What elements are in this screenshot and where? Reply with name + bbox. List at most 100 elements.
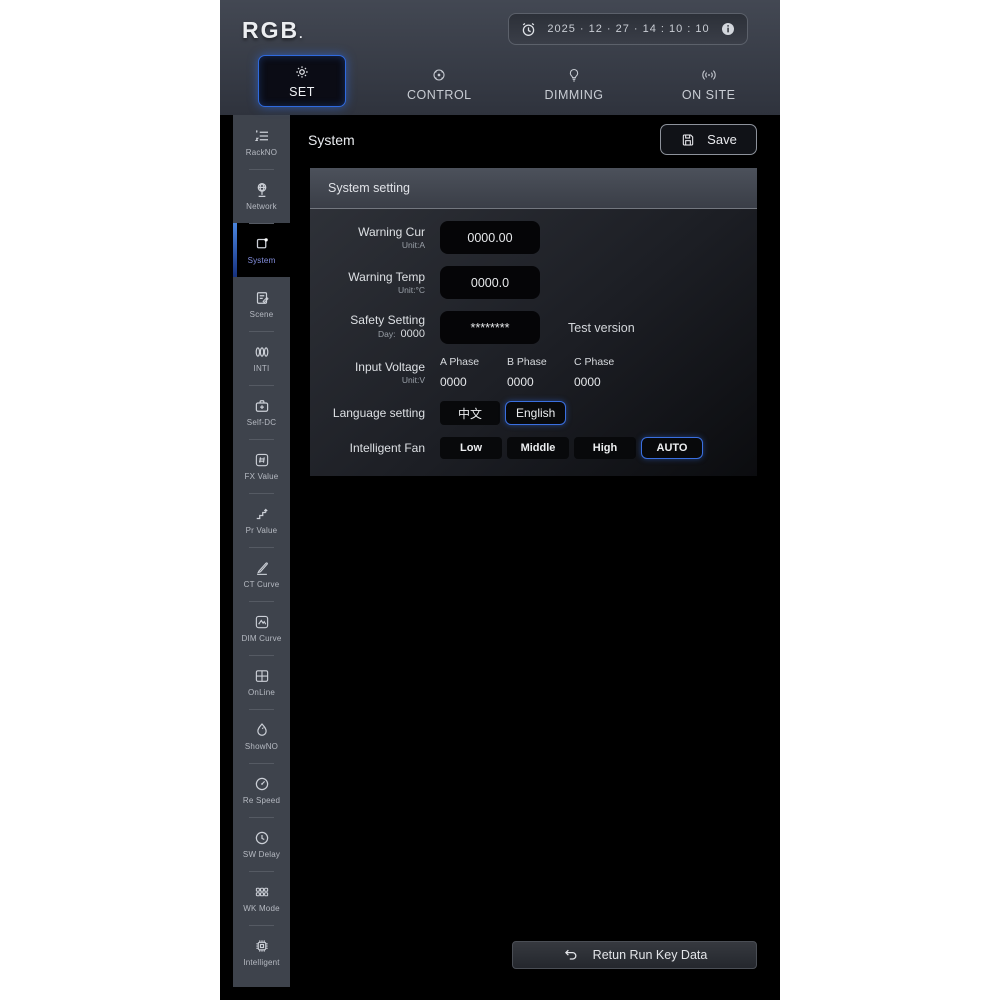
datetime-text: 2025 · 12 · 27 · 14 : 10 : 10	[537, 23, 720, 35]
gear-icon	[294, 64, 310, 80]
language-english-button[interactable]: English	[505, 401, 566, 425]
safety-setting-input[interactable]	[440, 311, 540, 344]
sidebar-item-fxvalue[interactable]: FX Value	[233, 439, 290, 493]
numbered-list-icon	[253, 127, 271, 145]
tab-bar: SET CONTROL	[232, 55, 776, 113]
top-header: RGB. 2025 · 12 · 27 · 14 : 10 : 10	[220, 0, 780, 115]
app-body: RackNO Network System Scene	[220, 115, 780, 1000]
main-content: System Save System setting Warning Cur U…	[290, 115, 780, 1000]
sidebar-nav: RackNO Network System Scene	[233, 115, 290, 987]
sidebar-item-respeed[interactable]: Re Speed	[233, 763, 290, 817]
sidebar-item-network[interactable]: Network	[233, 169, 290, 223]
sidebar-item-label: Re Speed	[243, 796, 280, 805]
rgb-logo: RGB.	[242, 17, 304, 44]
return-arrow-icon	[562, 947, 579, 964]
phase-c: C Phase 0000	[574, 356, 640, 389]
phase-b-value: 0000	[507, 375, 573, 389]
respeed-gauge-icon	[253, 775, 271, 793]
sidebar-item-label: Network	[246, 202, 277, 211]
tab-label: ON SITE	[682, 88, 736, 102]
system-window-icon	[253, 235, 271, 253]
fan-auto-button[interactable]: AUTO	[641, 437, 703, 459]
inti-cylinders-icon	[253, 343, 271, 361]
tab-onsite[interactable]: ON SITE	[641, 55, 776, 113]
sidebar-item-label: DIM Curve	[241, 634, 281, 643]
intelligent-chip-icon	[253, 937, 271, 955]
clock-panel[interactable]: 2025 · 12 · 27 · 14 : 10 : 10	[508, 13, 748, 45]
sidebar-item-scene[interactable]: Scene	[233, 277, 290, 331]
sidebar-item-rackno[interactable]: RackNO	[233, 115, 290, 169]
sidebar-item-label: RackNO	[246, 148, 277, 157]
sidebar-item-label: Pr Value	[246, 526, 278, 535]
warning-cur-label: Warning Cur Unit:A	[310, 225, 440, 251]
warning-temp-row: Warning Temp Unit:°C	[310, 266, 757, 299]
system-setting-panel: System setting Warning Cur Unit:A Warnin	[310, 168, 757, 476]
safety-setting-row: Safety Setting Day:0000 Test version	[310, 311, 757, 344]
warning-cur-row: Warning Cur Unit:A	[310, 221, 757, 254]
selfdc-case-icon	[253, 397, 271, 415]
sidebar-item-label: INTI	[254, 364, 270, 373]
sidebar-item-label: WK Mode	[243, 904, 280, 913]
warning-temp-label: Warning Temp Unit:°C	[310, 270, 440, 296]
sidebar-item-online[interactable]: OnLine	[233, 655, 290, 709]
wkmode-grid-icon	[253, 883, 271, 901]
sidebar-item-inti[interactable]: INTI	[233, 331, 290, 385]
sidebar-item-label: System	[248, 256, 276, 265]
fxvalue-hash-icon	[253, 451, 271, 469]
sidebar-item-label: Self-DC	[247, 418, 276, 427]
sidebar-item-dimcurve[interactable]: DIM Curve	[233, 601, 290, 655]
info-icon[interactable]	[720, 21, 736, 37]
fan-row: Intelligent Fan Low Middle High AUTO	[310, 437, 757, 459]
ctcurve-pen-icon	[253, 559, 271, 577]
tab-dimming[interactable]: DIMMING	[507, 55, 642, 113]
input-voltage-label: Input Voltage Unit:V	[310, 360, 440, 386]
sidebar-item-ctcurve[interactable]: CT Curve	[233, 547, 290, 601]
swdelay-clock-icon	[253, 829, 271, 847]
save-floppy-icon	[680, 132, 696, 148]
prvalue-steps-icon	[253, 505, 271, 523]
sidebar-item-intelligent[interactable]: Intelligent	[233, 925, 290, 979]
phase-b: B Phase 0000	[507, 356, 573, 389]
sidebar-item-wkmode[interactable]: WK Mode	[233, 871, 290, 925]
tab-control[interactable]: CONTROL	[372, 55, 507, 113]
safety-setting-label: Safety Setting Day:0000	[310, 313, 440, 342]
sidebar-item-label: ShowNO	[245, 742, 278, 751]
language-row: Language setting 中文 English	[310, 401, 757, 425]
warning-cur-input[interactable]	[440, 221, 540, 254]
panel-title: System setting	[310, 168, 757, 209]
sidebar-item-selfdc[interactable]: Self-DC	[233, 385, 290, 439]
sidebar-item-label: Scene	[250, 310, 274, 319]
controller-icon	[431, 67, 447, 83]
fan-middle-button[interactable]: Middle	[507, 437, 569, 459]
sidebar-item-label: Intelligent	[243, 958, 279, 967]
return-run-key-data-button[interactable]: Retun Run Key Data	[512, 941, 757, 969]
tab-label: SET	[289, 85, 315, 99]
language-label: Language setting	[310, 406, 440, 421]
sidebar-item-prvalue[interactable]: Pr Value	[233, 493, 290, 547]
sidebar-item-label: OnLine	[248, 688, 275, 697]
network-globe-icon	[253, 181, 271, 199]
dimcurve-image-icon	[253, 613, 271, 631]
signal-icon	[700, 67, 718, 83]
showno-flame-icon	[253, 721, 271, 739]
tab-label: DIMMING	[544, 88, 603, 102]
tab-label: CONTROL	[407, 88, 472, 102]
sidebar-item-showno[interactable]: ShowNO	[233, 709, 290, 763]
app-window: RGB. 2025 · 12 · 27 · 14 : 10 : 10	[220, 0, 780, 1000]
return-button-label: Retun Run Key Data	[593, 948, 708, 962]
save-button[interactable]: Save	[660, 124, 757, 155]
scene-document-icon	[253, 289, 271, 307]
sidebar-item-system[interactable]: System	[233, 223, 290, 277]
phase-a-value: 0000	[440, 375, 506, 389]
tab-set[interactable]: SET	[258, 55, 346, 107]
language-chinese-button[interactable]: 中文	[440, 401, 500, 425]
fan-high-button[interactable]: High	[574, 437, 636, 459]
fan-low-button[interactable]: Low	[440, 437, 502, 459]
alarm-clock-icon	[520, 21, 537, 38]
bulb-icon	[566, 67, 582, 83]
sidebar-item-label: CT Curve	[244, 580, 280, 589]
sidebar-item-swdelay[interactable]: SW Delay	[233, 817, 290, 871]
warning-temp-input[interactable]	[440, 266, 540, 299]
input-voltage-row: Input Voltage Unit:V A Phase 0000 B Phas…	[310, 356, 757, 389]
online-grid-icon	[253, 667, 271, 685]
